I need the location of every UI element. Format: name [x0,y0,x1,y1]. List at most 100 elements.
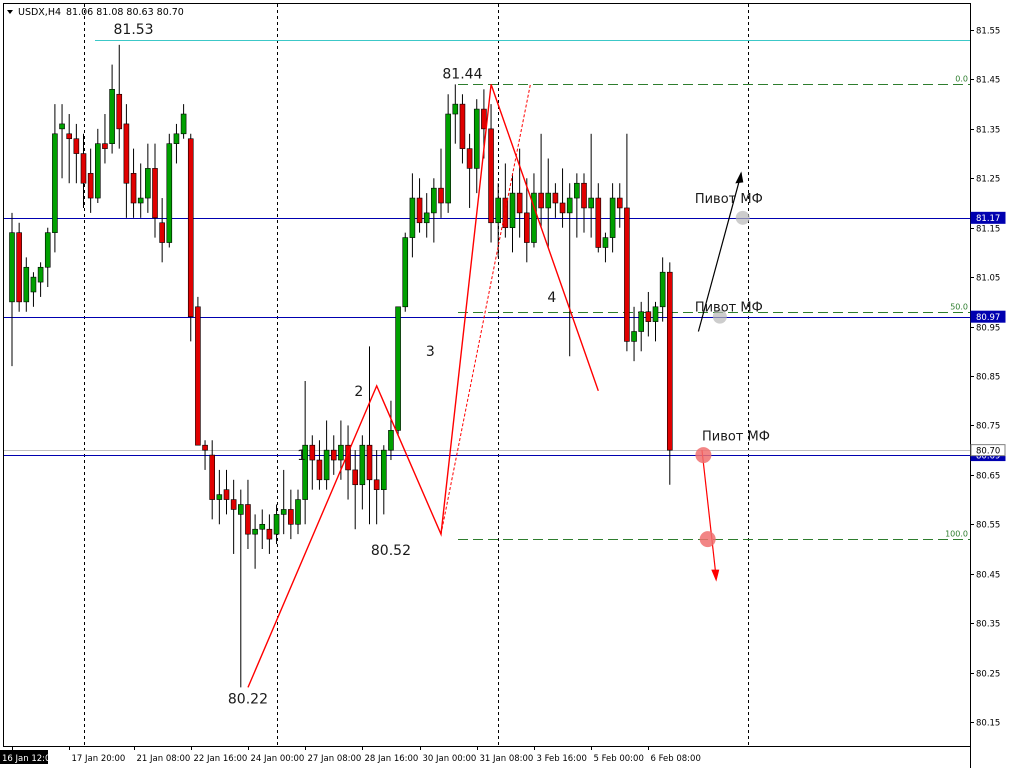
candle-body [373,479,380,490]
candle-body [638,311,645,332]
candle-body [488,128,494,224]
price-tick-label: 80.15 [976,719,1000,729]
candle-body [659,271,666,308]
price-tick-label: 80.55 [976,521,1000,531]
candle-body [323,449,330,481]
symbol-label: USDX,H4 [18,7,61,18]
candle-body [59,123,65,130]
price-label: 81.44 [442,66,482,82]
time-tick-label: 17 Jan 20:00 [72,754,126,764]
candle-body [552,192,559,204]
candle-body [44,232,51,268]
time-tick-label: 31 Jan 08:00 [480,754,534,764]
candle-body [445,113,451,204]
candle-body [252,528,258,535]
candle-body [359,444,366,486]
candle-body [238,504,244,515]
candle-body [624,207,630,342]
price-tick-label: 80.85 [976,373,1000,383]
time-tick-label: 5 Feb 00:00 [594,754,644,764]
pivot-label: Пивот МФ [695,192,763,207]
candle-body [366,444,373,481]
candle-body [338,444,344,461]
candle-body [295,499,301,525]
price-tick-label: 81.55 [976,27,1000,37]
price-chart[interactable]: 0.0 50.0 100.0 81.53 81.44 80.52 80.22 1 2 3 4 Пив… [0,0,1012,768]
candle-body [566,197,573,214]
candle-body [473,108,480,169]
candle-body [209,454,215,500]
price-label: 81.53 [114,22,154,38]
candle-body [73,138,80,154]
pivot-label: Пивот МФ [695,301,763,316]
candle-body [516,192,523,214]
price-tick-label: 80.35 [976,620,1000,630]
candle-body [316,459,323,481]
candle-body [523,212,530,243]
candle-body [481,108,487,130]
candle-body [645,311,652,322]
target-marker-icon [699,531,716,548]
candle-body [431,187,437,214]
pivot-label: Пивот МФ [702,429,770,444]
time-tick-label: 27 Jan 08:00 [308,754,362,764]
candle-body [309,444,316,461]
time-tick-label: 24 Jan 00:00 [251,754,305,764]
candle-body [409,197,416,238]
candle [402,232,409,312]
pivot-marker-icon [735,210,750,225]
time-tick-label: 28 Jan 16:00 [365,754,419,764]
candle-body [666,271,673,451]
candle-body [545,192,552,209]
price-label: 80.22 [228,691,268,707]
time-tick-label: 16 Jan 12:00 [2,754,56,764]
candle-body [123,123,130,184]
time-tick-label: 3 Feb 16:00 [537,754,587,764]
fib-level-label: 100.0 [945,530,968,539]
chart-window[interactable]: 0.0 50.0 100.0 81.53 81.44 80.52 80.22 1 2 3 4 Пив… [0,0,1012,768]
price-tick-label: 80.95 [976,324,1000,334]
candle-body [230,499,237,510]
candle-body [380,449,387,490]
candle-body [145,168,151,199]
candle-body [202,444,208,451]
fib-level-label: 50.0 [950,303,968,312]
candle-body [95,143,101,199]
candle-body [581,182,587,209]
price-tick-label: 80.65 [976,472,1000,482]
candle-body [16,232,22,303]
candle-body [166,143,173,243]
candle-body [109,89,115,144]
price-tick-label: 81.25 [976,175,1000,185]
candle-body [245,504,251,535]
candle-body [30,276,37,293]
price-tick-label: 81.05 [976,274,1000,284]
candle-body [609,197,616,238]
candle-body [137,197,144,204]
wave-number: 3 [426,344,435,360]
candle-body [502,197,509,229]
candle-body [280,509,287,515]
candle [195,296,201,446]
candle-body [423,212,430,224]
candle-body [509,192,516,229]
price-tick-label: 81.35 [976,126,1000,136]
candle-body [102,143,108,149]
candle-body [273,514,280,535]
candle-body [616,197,623,209]
candle-body [574,182,580,199]
candle-body [588,197,594,209]
time-tick-label: 6 Feb 08:00 [651,754,701,764]
candle-body [631,331,637,342]
candle-body [402,237,409,308]
candle-body [159,222,165,243]
ohlc-label: 81.06 81.08 80.63 80.70 [66,7,184,18]
candle-body [66,133,72,140]
candle-body [459,103,466,149]
price-tick-label: 80.75 [976,422,1000,432]
candle-body [395,306,401,431]
candle-body [116,93,123,130]
candle-body [87,173,94,199]
candle-body [452,103,459,115]
candle [166,133,173,248]
